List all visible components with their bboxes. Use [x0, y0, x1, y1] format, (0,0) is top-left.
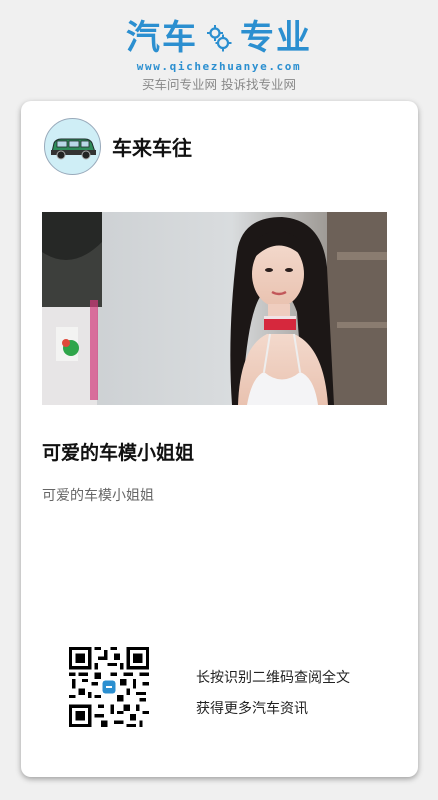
hero-image[interactable]: [42, 212, 387, 405]
car-avatar-icon: [50, 138, 96, 159]
brand-word-left: 汽车: [126, 18, 198, 58]
hero-photo: [42, 212, 387, 405]
share-poster: 汽车 专业 www.qichezhuanye.com 买车问专业网 投诉找专业网…: [0, 0, 438, 800]
gear-icon: [207, 25, 232, 52]
brand-word-right: 专业: [240, 18, 312, 58]
avatar[interactable]: [44, 118, 101, 175]
brand-slogan: 买车问专业网 投诉找专业网: [142, 77, 296, 92]
brand-logo: 汽车 专业: [0, 18, 438, 58]
qr-caption-line-1: 长按识别二维码查阅全文: [196, 670, 350, 686]
article-summary: 可爱的车模小姐姐: [42, 488, 154, 504]
brand-url: www.qichezhuanye.com: [136, 60, 302, 73]
article-title[interactable]: 可爱的车模小姐姐: [42, 438, 194, 465]
qr-code[interactable]: [69, 647, 149, 727]
article-card[interactable]: 车来车往 可爱的车模小姐姐 可爱的车模小姐姐 长按识别二维码查阅全文 获得更多汽…: [21, 101, 418, 777]
brand-header: 汽车 专业 www.qichezhuanye.com 买车问专业网 投诉找专业网: [0, 18, 438, 93]
author-name[interactable]: 车来车往: [112, 132, 192, 161]
qr-caption: 长按识别二维码查阅全文 获得更多汽车资讯: [196, 663, 350, 725]
author-row[interactable]: 车来车往: [44, 118, 192, 175]
qr-caption-line-2: 获得更多汽车资讯: [196, 701, 308, 717]
